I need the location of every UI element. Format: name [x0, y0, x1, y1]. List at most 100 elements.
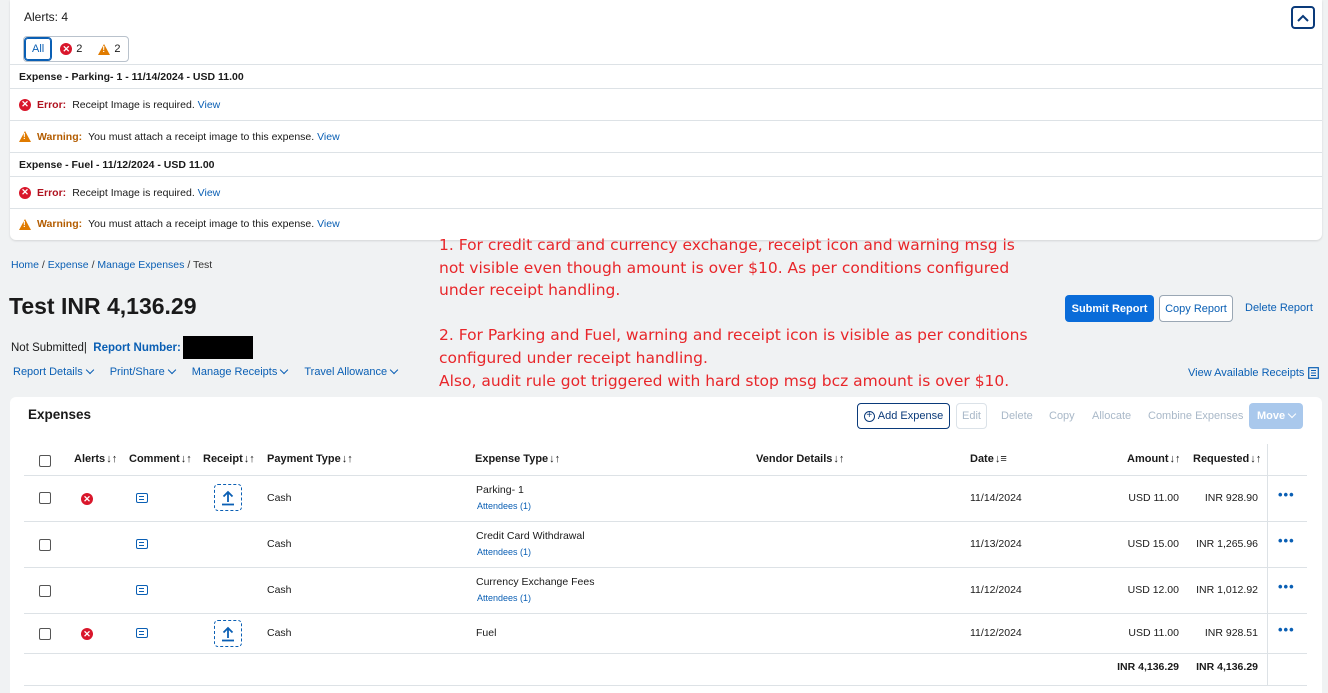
report-details-menu[interactable]: Report Details: [13, 365, 94, 378]
expense-type[interactable]: Parking- 1: [476, 484, 524, 496]
status-separator: |: [83, 341, 87, 354]
attendees-link[interactable]: Attendees (1): [477, 593, 531, 603]
collapse-alerts-button[interactable]: [1291, 6, 1315, 29]
column-comment[interactable]: Comment↓↑: [129, 453, 192, 465]
filter-all-button[interactable]: All: [24, 37, 53, 61]
more-options-icon[interactable]: •••: [1278, 533, 1295, 548]
alerts-panel: Alerts: 4 All ✕ 2 2 Expense - Parking- 1…: [10, 0, 1322, 240]
delete-report-button[interactable]: Delete Report: [1245, 302, 1313, 314]
column-label: Receipt: [203, 453, 243, 465]
move-button[interactable]: Move: [1249, 403, 1303, 429]
more-options-icon[interactable]: •••: [1278, 579, 1295, 594]
report-menu-bar: Report Details Print/Share Manage Receip…: [13, 365, 399, 378]
column-alerts[interactable]: Alerts↓↑: [74, 453, 117, 465]
comment-icon[interactable]: [136, 628, 148, 638]
warning-count: 2: [114, 43, 121, 55]
attendees-link[interactable]: Attendees (1): [477, 547, 531, 557]
warning-text: You must attach a receipt image to this …: [88, 130, 315, 143]
alerts-header: Alerts: 4: [24, 10, 69, 24]
row-divider: [24, 521, 1307, 522]
column-label: Payment Type: [267, 453, 341, 465]
upload-receipt-icon[interactable]: [214, 484, 242, 511]
alert-error-row: ✕ Error: Receipt Image is required. View: [10, 88, 1322, 120]
payment-type: Cash: [267, 627, 292, 639]
expense-amount: USD 12.00: [1127, 584, 1179, 596]
column-label: Comment: [129, 453, 180, 465]
breadcrumb-expense[interactable]: Expense: [48, 259, 89, 271]
submit-report-button[interactable]: Submit Report: [1065, 295, 1154, 322]
error-count: 2: [76, 43, 83, 55]
payment-type: Cash: [267, 492, 292, 504]
expense-amount: USD 11.00: [1128, 627, 1179, 639]
view-link[interactable]: View: [317, 131, 340, 143]
column-requested[interactable]: Requested↓↑: [1193, 453, 1261, 465]
row-checkbox[interactable]: [39, 628, 51, 640]
comment-icon[interactable]: [136, 585, 148, 595]
manage-receipts-menu[interactable]: Manage Receipts: [191, 365, 289, 378]
row-divider: [24, 567, 1307, 568]
expense-type[interactable]: Currency Exchange Fees: [476, 576, 594, 588]
row-checkbox[interactable]: [39, 585, 51, 597]
error-label: Error:: [37, 98, 67, 111]
expense-date: 11/13/2024: [970, 538, 1022, 550]
column-label: Requested: [1193, 453, 1250, 465]
more-options-icon[interactable]: •••: [1278, 622, 1295, 637]
error-text: Receipt Image is required.: [72, 98, 195, 111]
select-all-checkbox[interactable]: [39, 455, 51, 467]
breadcrumb-home[interactable]: Home: [11, 259, 39, 271]
menu-label: Manage Receipts: [191, 366, 278, 378]
column-expense-type[interactable]: Expense Type↓↑: [475, 453, 560, 465]
expense-type[interactable]: Credit Card Withdrawal: [476, 530, 585, 542]
column-date[interactable]: Date↓≡: [970, 453, 1007, 465]
view-link[interactable]: View: [198, 99, 221, 111]
add-expense-button[interactable]: + Add Expense: [857, 403, 950, 429]
column-vendor-details[interactable]: Vendor Details↓↑: [756, 453, 844, 465]
column-receipt[interactable]: Receipt↓↑: [203, 453, 255, 465]
sort-icon: ↓↑: [549, 453, 561, 465]
delete-button[interactable]: Delete: [1001, 403, 1033, 429]
more-options-icon[interactable]: •••: [1278, 487, 1295, 502]
filter-warnings-button[interactable]: 2: [90, 37, 128, 61]
breadcrumb: Home / Expense / Manage Expenses / Test: [11, 259, 212, 271]
attendees-link[interactable]: Attendees (1): [477, 501, 531, 511]
requested-amount: INR 928.90: [1204, 492, 1258, 504]
column-payment-type[interactable]: Payment Type↓↑: [267, 453, 353, 465]
upload-receipt-icon[interactable]: [214, 620, 242, 647]
error-label: Error:: [37, 186, 67, 199]
x-circle-icon: ✕: [60, 43, 73, 55]
row-checkbox[interactable]: [39, 539, 51, 551]
edit-button[interactable]: Edit: [956, 403, 987, 429]
receipt-list-icon: [1308, 367, 1320, 379]
column-amount[interactable]: Amount↓↑: [1127, 453, 1181, 465]
copy-button[interactable]: Copy: [1049, 403, 1075, 429]
comment-icon[interactable]: [136, 493, 148, 503]
combine-expenses-button[interactable]: Combine Expenses: [1148, 403, 1243, 429]
print-share-menu[interactable]: Print/Share: [110, 365, 176, 378]
menu-label: Report Details: [13, 366, 83, 378]
comment-icon[interactable]: [136, 539, 148, 549]
travel-allowance-menu[interactable]: Travel Allowance: [304, 365, 399, 378]
column-label: Expense Type: [475, 453, 549, 465]
expense-type[interactable]: Fuel: [476, 627, 496, 639]
allocate-button[interactable]: Allocate: [1092, 403, 1131, 429]
breadcrumb-manage-expenses[interactable]: Manage Expenses: [97, 259, 184, 271]
view-link[interactable]: View: [317, 218, 340, 230]
filter-errors-button[interactable]: ✕ 2: [52, 37, 90, 61]
copy-report-button[interactable]: Copy Report: [1159, 295, 1233, 322]
breadcrumb-separator: /: [39, 259, 48, 271]
column-label: Vendor Details: [756, 453, 833, 465]
sort-icon: ↓↑: [106, 453, 118, 465]
row-checkbox[interactable]: [39, 492, 51, 504]
sort-icon: ↓↑: [180, 453, 192, 465]
view-link[interactable]: View: [198, 187, 221, 199]
row-divider: [24, 613, 1307, 614]
column-label: Date: [970, 453, 994, 465]
sort-icon: ↓↑: [341, 453, 353, 465]
chevron-up-icon: [1297, 14, 1309, 22]
payment-type: Cash: [267, 538, 292, 550]
view-available-receipts-link[interactable]: View Available Receipts: [1188, 367, 1320, 379]
status-text: Not Submitted: [11, 341, 84, 354]
x-circle-icon: ✕: [19, 186, 31, 199]
x-circle-icon: ✕: [81, 628, 93, 640]
redacted-report-number: [182, 336, 253, 359]
